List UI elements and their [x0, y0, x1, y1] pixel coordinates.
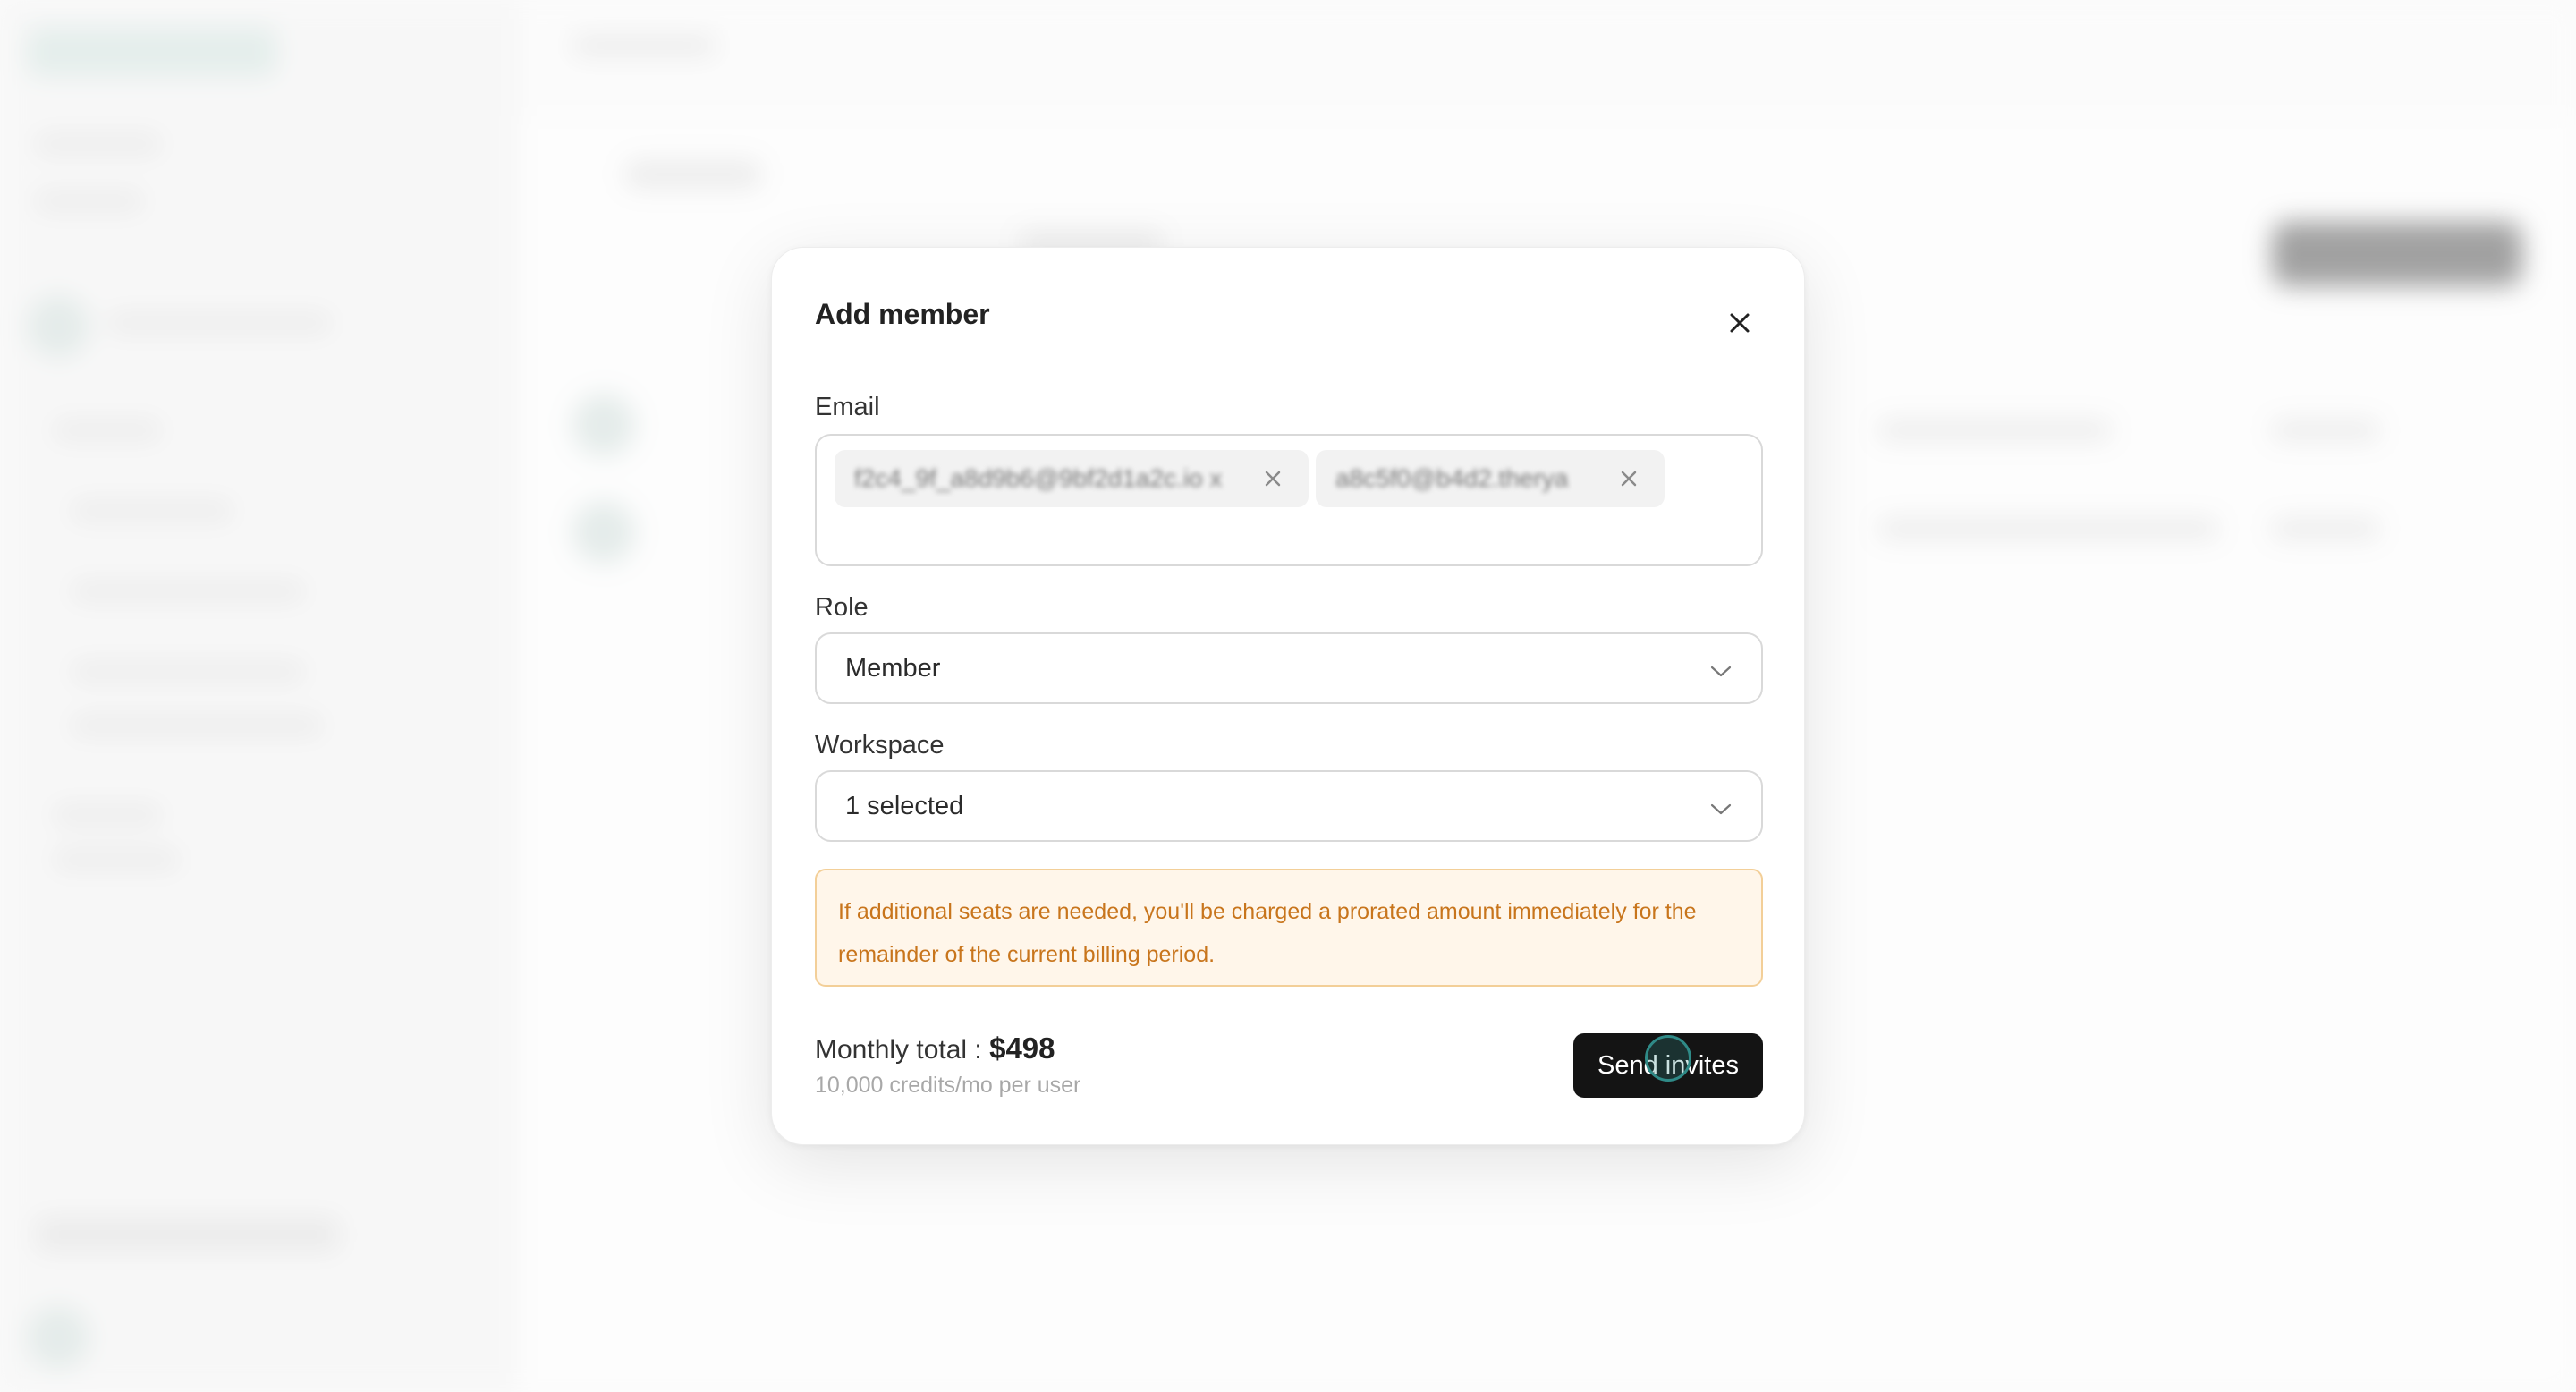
role-label: Role [815, 593, 869, 622]
chevron-down-icon [1710, 666, 1732, 677]
monthly-total-amount: $498 [989, 1031, 1055, 1065]
email-chip: a8c5f0@b4d2.therya [1316, 450, 1665, 507]
email-chip-text: f2c4_9f_a8d9b6@9bf2d1a2c.io x [854, 464, 1223, 492]
billing-notice: If additional seats are needed, you'll b… [815, 869, 1763, 987]
credits-note: 10,000 credits/mo per user [815, 1073, 1081, 1098]
add-member-dialog: Add member Email f2c4_9f_a8d9b6@9bf2d1a2… [771, 247, 1805, 1145]
workspace-select[interactable]: 1 selected [815, 770, 1763, 842]
email-label: Email [815, 393, 880, 421]
close-button[interactable] [1713, 296, 1767, 350]
email-chip: f2c4_9f_a8d9b6@9bf2d1a2c.io x [835, 450, 1309, 507]
monthly-total-label: Monthly total : [815, 1035, 990, 1065]
chevron-down-icon [1710, 803, 1732, 815]
close-icon[interactable] [1260, 466, 1285, 491]
send-invites-button[interactable]: Send invites [1573, 1033, 1763, 1098]
close-icon[interactable] [1616, 466, 1641, 491]
role-select-value: Member [845, 654, 941, 683]
workspace-select-value: 1 selected [845, 792, 964, 820]
email-field[interactable]: f2c4_9f_a8d9b6@9bf2d1a2c.io x a8c5f0@b4d… [815, 434, 1763, 566]
close-icon [1730, 313, 1750, 333]
role-select[interactable]: Member [815, 632, 1763, 704]
email-chip-text: a8c5f0@b4d2.therya [1335, 464, 1569, 492]
dialog-title: Add member [815, 298, 990, 330]
workspace-label: Workspace [815, 731, 945, 760]
monthly-total: Monthly total : $498 [815, 1031, 1055, 1065]
